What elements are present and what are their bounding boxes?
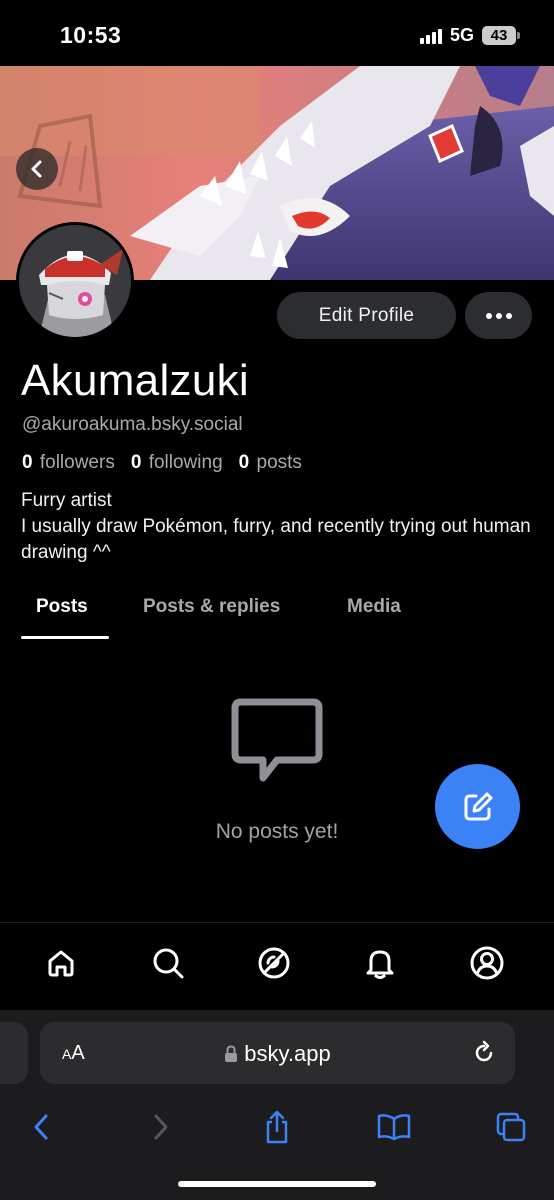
handle: @akuroakuma.bsky.social <box>22 414 243 435</box>
tabs-button[interactable] <box>489 1105 533 1149</box>
followers-link[interactable]: 0 followers <box>22 452 115 474</box>
nav-home[interactable] <box>41 943 81 983</box>
avatar-artwork <box>19 225 131 337</box>
profile-tabs: Posts Posts & replies Media <box>0 588 554 640</box>
nav-search[interactable] <box>148 943 188 983</box>
active-tab-indicator <box>21 636 109 639</box>
browser-chrome: AA bsky.app <box>0 1010 554 1200</box>
browser-back-button[interactable] <box>19 1105 63 1149</box>
status-time: 10:53 <box>60 22 122 48</box>
followers-count: 0 <box>22 452 33 473</box>
nav-profile[interactable] <box>467 943 507 983</box>
share-icon <box>266 1110 288 1144</box>
bio-line: Furry artist <box>21 490 112 511</box>
bio: Furry artist I usually draw Pokémon, fur… <box>21 488 541 566</box>
bottom-navigation <box>0 922 554 1010</box>
posts-count: 0 <box>238 452 250 473</box>
following-count: 0 <box>130 452 142 473</box>
tab-posts-and-replies[interactable]: Posts & replies <box>143 596 280 618</box>
tabs-icon <box>496 1112 526 1142</box>
following-link[interactable]: 0 following <box>131 452 223 474</box>
edit-profile-button[interactable]: Edit Profile <box>277 292 456 339</box>
browser-forward-button[interactable] <box>139 1105 183 1149</box>
following-label: following <box>148 452 223 473</box>
url-display[interactable]: bsky.app <box>40 1041 515 1067</box>
status-bar: 10:53 5G 43 <box>0 0 554 66</box>
followers-label: followers <box>39 452 115 473</box>
chevron-right-icon <box>154 1114 168 1140</box>
share-button[interactable] <box>255 1105 299 1149</box>
chat-bubble-icon <box>231 698 323 782</box>
url-text: bsky.app <box>244 1041 331 1066</box>
avatar[interactable] <box>16 222 134 340</box>
address-bar[interactable]: AA bsky.app <box>40 1022 515 1084</box>
display-name: Akumalzuki <box>21 356 249 405</box>
signal-icon <box>419 28 442 44</box>
notifications-icon <box>366 950 394 979</box>
status-indicators: 5G 43 <box>419 25 520 46</box>
compose-icon <box>464 792 492 820</box>
compose-button[interactable] <box>435 764 520 849</box>
posts-label: posts <box>256 452 302 473</box>
back-button[interactable] <box>16 148 58 190</box>
battery-icon: 43 <box>482 26 520 45</box>
chevron-left-icon <box>34 1114 48 1140</box>
profile-stats: 0 followers 0 following 0 posts <box>22 452 302 474</box>
previous-tab-preview[interactable] <box>0 1022 28 1084</box>
posts-stat: 0 posts <box>239 452 302 474</box>
tab-media[interactable]: Media <box>347 596 401 618</box>
feeds-icon <box>258 947 290 979</box>
nav-notifications[interactable] <box>360 943 400 983</box>
reload-icon[interactable] <box>471 1040 497 1066</box>
book-icon <box>377 1114 411 1141</box>
profile-icon <box>470 946 504 980</box>
bookmarks-button[interactable] <box>372 1105 416 1149</box>
chevron-left-icon <box>31 160 42 178</box>
search-icon <box>153 948 184 979</box>
lock-icon <box>225 1045 238 1062</box>
network-type: 5G <box>449 25 474 45</box>
more-options-button[interactable] <box>465 292 532 339</box>
bio-line: I usually draw Pokémon, furry, and recen… <box>21 516 531 563</box>
home-indicator <box>178 1181 376 1187</box>
ellipsis-icon <box>485 312 492 319</box>
tab-posts[interactable]: Posts <box>36 596 88 618</box>
home-icon <box>48 950 74 977</box>
nav-feeds[interactable] <box>254 943 294 983</box>
